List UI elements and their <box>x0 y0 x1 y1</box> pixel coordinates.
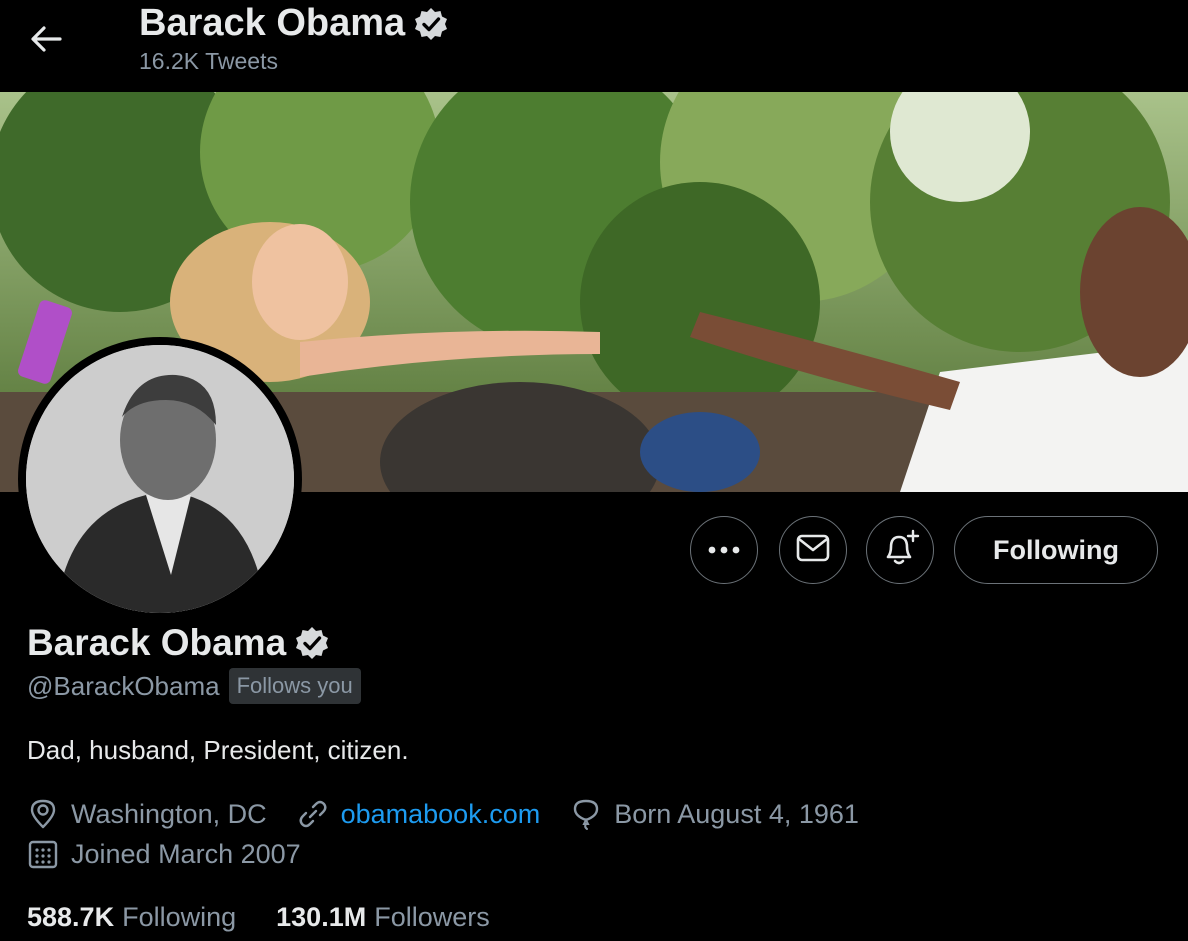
following-count: 588.7K <box>27 902 115 932</box>
followers-label: Followers <box>374 902 490 932</box>
profile-name: Barack Obama <box>27 622 330 664</box>
profile-avatar[interactable] <box>18 337 302 621</box>
joined-text: Joined March 2007 <box>71 838 301 869</box>
profile-stats: 588.7K Following 130.1M Followers <box>27 902 530 933</box>
birthday-text: Born August 4, 1961 <box>614 798 859 829</box>
followers-count: 130.1M <box>276 902 367 932</box>
tweet-count-label: Tweets <box>205 48 278 74</box>
follows-you-badge: Follows you <box>228 668 361 704</box>
header-title: Barack Obama <box>139 2 449 45</box>
following-button[interactable]: Following <box>954 516 1158 584</box>
display-name: Barack Obama <box>27 622 287 663</box>
envelope-icon <box>796 534 830 567</box>
website-item[interactable]: obamabook.com <box>297 798 541 830</box>
more-dots-icon <box>707 541 741 559</box>
back-button[interactable] <box>22 18 70 64</box>
followers-stat[interactable]: 130.1M Followers <box>276 902 490 933</box>
profile-bio: Dad, husband, President, citizen. <box>27 735 409 765</box>
handle-row: @BarackObama Follows you <box>27 668 361 704</box>
avatar-photo <box>26 345 294 613</box>
header-name: Barack Obama <box>139 2 406 44</box>
profile-meta-row: Washington, DC obamabook.com Born August… <box>27 798 889 830</box>
website-link[interactable]: obamabook.com <box>341 799 541 830</box>
tweet-count: 16.2K Tweets <box>139 48 278 75</box>
location-item: Washington, DC <box>27 798 267 830</box>
profile-handle: @BarackObama <box>27 670 220 701</box>
more-button[interactable] <box>690 516 758 584</box>
profile-header: Barack Obama 16.2K Tweets <box>0 0 1188 92</box>
location-pin-icon <box>27 798 59 830</box>
calendar-icon <box>27 838 59 870</box>
link-icon <box>297 798 329 830</box>
arrow-left-icon <box>29 24 63 59</box>
following-label: Following <box>122 902 237 932</box>
verified-badge-icon <box>294 625 330 661</box>
balloon-icon <box>570 798 602 830</box>
birthday-item: Born August 4, 1961 <box>570 798 859 830</box>
message-button[interactable] <box>779 516 847 584</box>
notify-button[interactable] <box>866 516 934 584</box>
following-stat[interactable]: 588.7K Following <box>27 902 236 933</box>
location-text: Washington, DC <box>71 798 267 829</box>
tweet-count-value: 16.2K <box>139 48 200 74</box>
bell-plus-icon <box>880 529 920 572</box>
verified-badge-icon <box>413 6 449 42</box>
profile-meta-row-joined: Joined March 2007 <box>27 838 331 870</box>
joined-item: Joined March 2007 <box>27 838 301 870</box>
